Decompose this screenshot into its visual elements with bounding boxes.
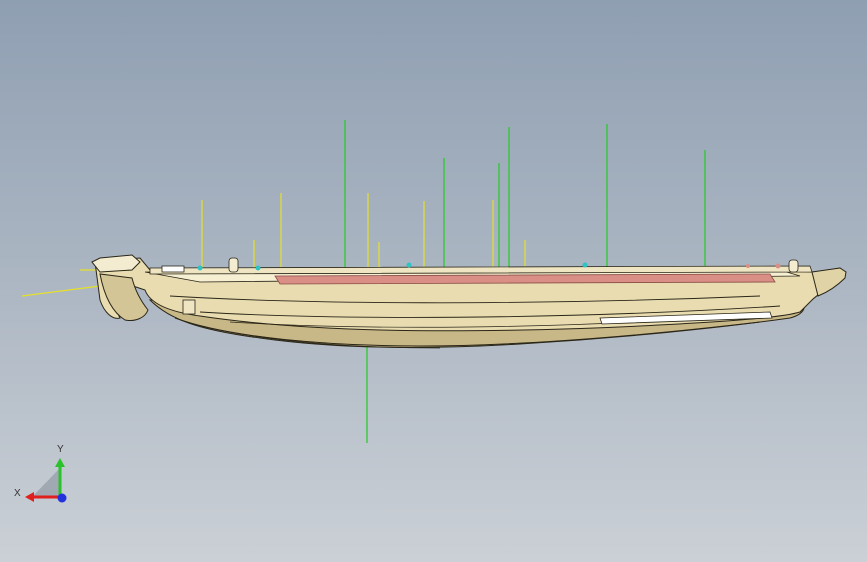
x-axis-arrow [25, 492, 34, 502]
model-view[interactable] [0, 0, 867, 562]
tail-tip [811, 267, 847, 297]
clip-notch [182, 299, 196, 315]
marker [746, 264, 750, 268]
nose-block [91, 254, 141, 273]
marker [582, 262, 588, 268]
marker [406, 262, 412, 268]
boss-tab [228, 257, 239, 273]
axis-triad: Y X [14, 444, 67, 503]
boss-tab [161, 265, 185, 273]
z-axis-dot [57, 493, 67, 503]
x-axis-label: X [14, 488, 21, 499]
yellow-ref-line [21, 285, 101, 297]
graphics-viewport[interactable]: Y X [0, 0, 867, 562]
triad-plane [32, 468, 60, 497]
part-body[interactable] [91, 254, 847, 349]
marker [197, 265, 203, 271]
marker [775, 263, 781, 269]
y-axis-arrow [55, 458, 65, 467]
boss-tab [788, 259, 799, 273]
marker [255, 265, 261, 271]
y-axis-label: Y [57, 444, 64, 455]
red-rail [274, 273, 776, 285]
